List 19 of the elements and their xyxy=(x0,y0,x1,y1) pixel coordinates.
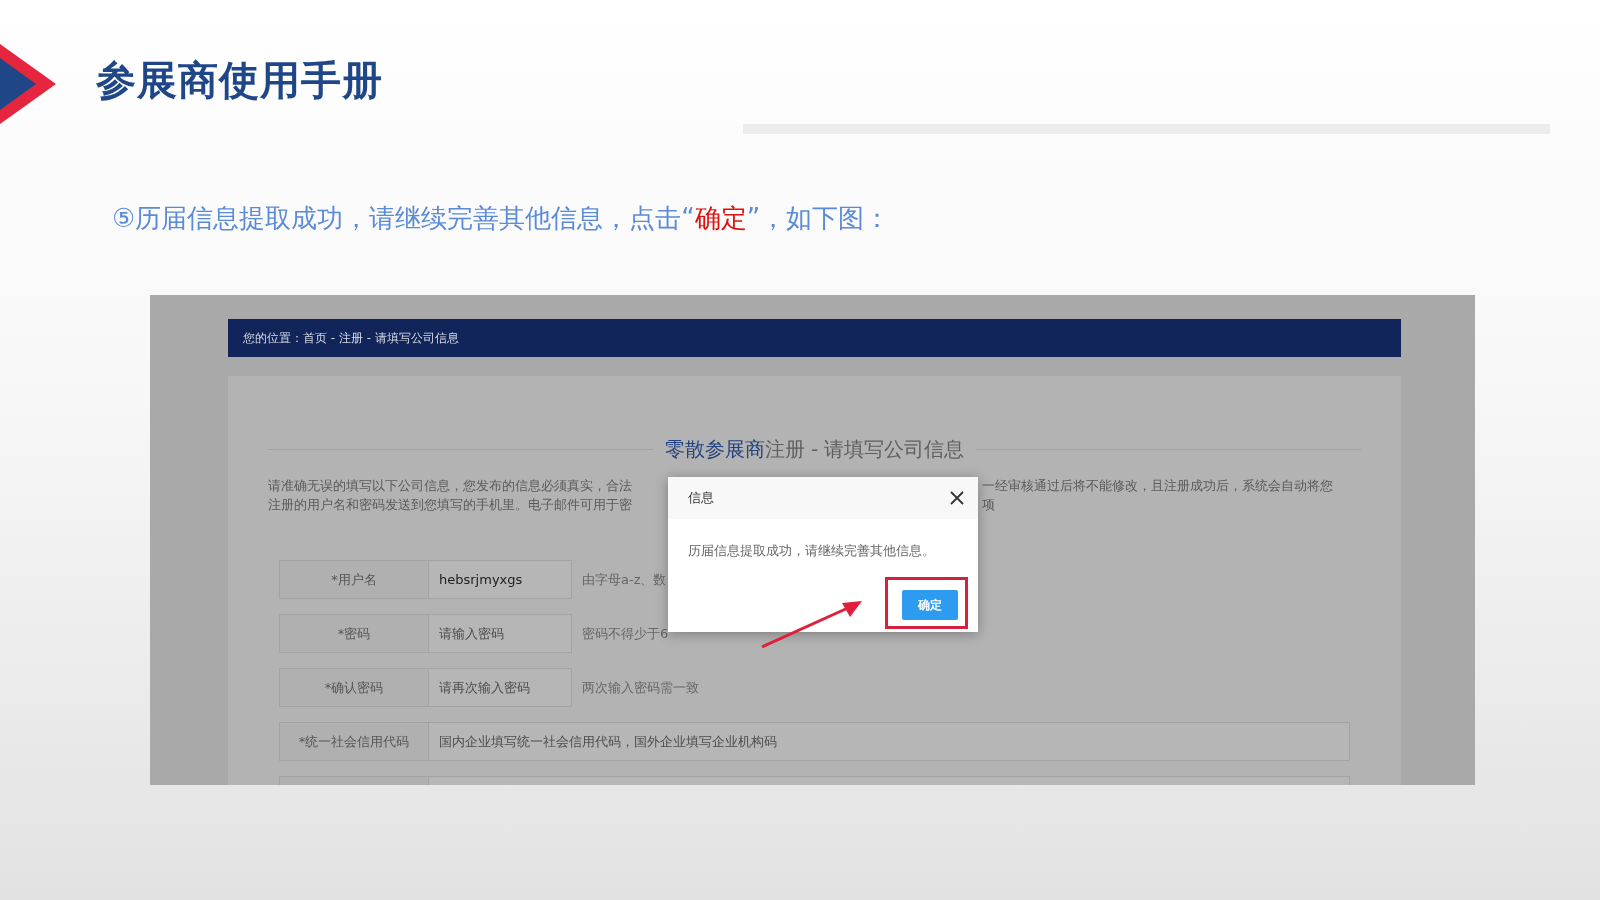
intro-text: 注册的用户名和密码发送到您填写的手机里。电子邮件可用于密 xyxy=(268,496,632,514)
close-icon[interactable] xyxy=(950,491,964,505)
intro-text: 请准确无误的填写以下公司信息，您发布的信息必须真实，合法 xyxy=(268,477,632,495)
triangle-icon xyxy=(0,44,56,124)
field-label: *确认密码 xyxy=(279,668,429,707)
form-heading: 零散参展商注册 - 请填写公司信息 xyxy=(664,436,965,463)
input-field[interactable]: 请输入密码 xyxy=(429,614,572,653)
field-label: *密码 xyxy=(279,614,429,653)
field-hint: 密码不得少于6 xyxy=(581,624,669,643)
breadcrumb-text: 您的位置：首页 - 注册 - 请填写公司信息 xyxy=(243,330,459,347)
instruction-text: ⑤历届信息提取成功，请继续完善其他信息，点击“确定”，如下图： xyxy=(112,202,892,235)
field-label: *用户名 xyxy=(279,560,429,599)
field-hint: 由字母a-z、数 xyxy=(581,570,667,589)
dialog-message: 历届信息提取成功，请继续完善其他信息。 xyxy=(687,542,936,560)
slide-title: 参展商使用手册 xyxy=(96,56,383,104)
input-field[interactable]: hebsrjmyxgs xyxy=(429,560,572,599)
dialog-title: 信息 xyxy=(688,489,714,508)
intro-text: 项 xyxy=(982,496,995,514)
input-field[interactable]: 请再次输入密码 xyxy=(429,668,572,707)
